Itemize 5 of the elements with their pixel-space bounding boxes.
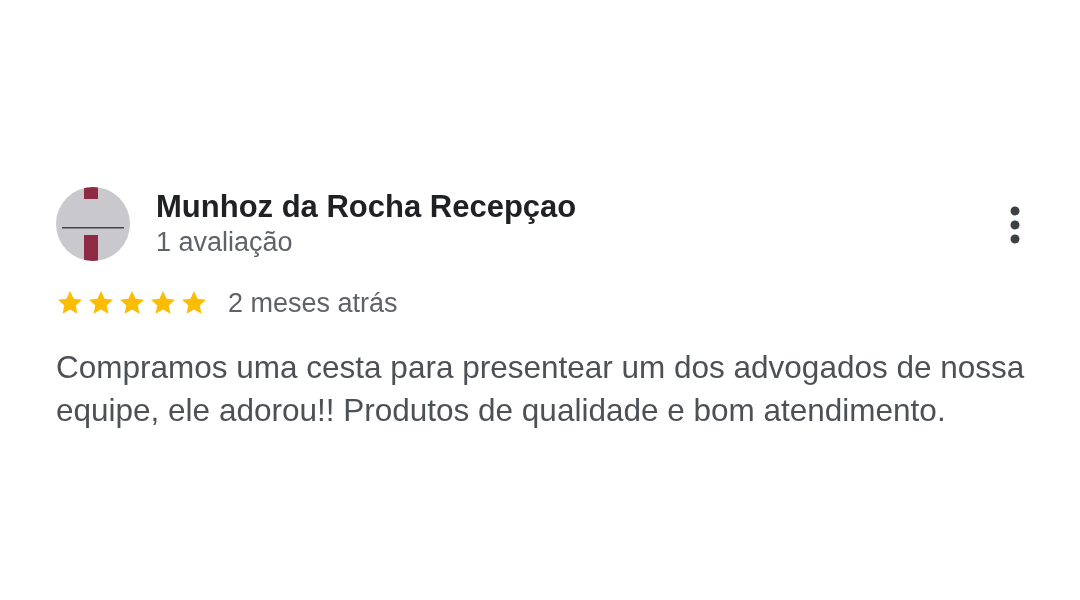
- more-vertical-icon: [1010, 206, 1020, 244]
- review-text: Compramos uma cesta para presentear um dos advogados de nossa equipe, ele adorou!! Produtos de qualidade e bom atendimento.: [56, 348, 1026, 430]
- author-name: Munhoz da Rocha Recepçao: [156, 189, 578, 225]
- review-date: 2 meses atrás: [228, 288, 398, 318]
- review-count: 1 avaliação: [156, 226, 294, 259]
